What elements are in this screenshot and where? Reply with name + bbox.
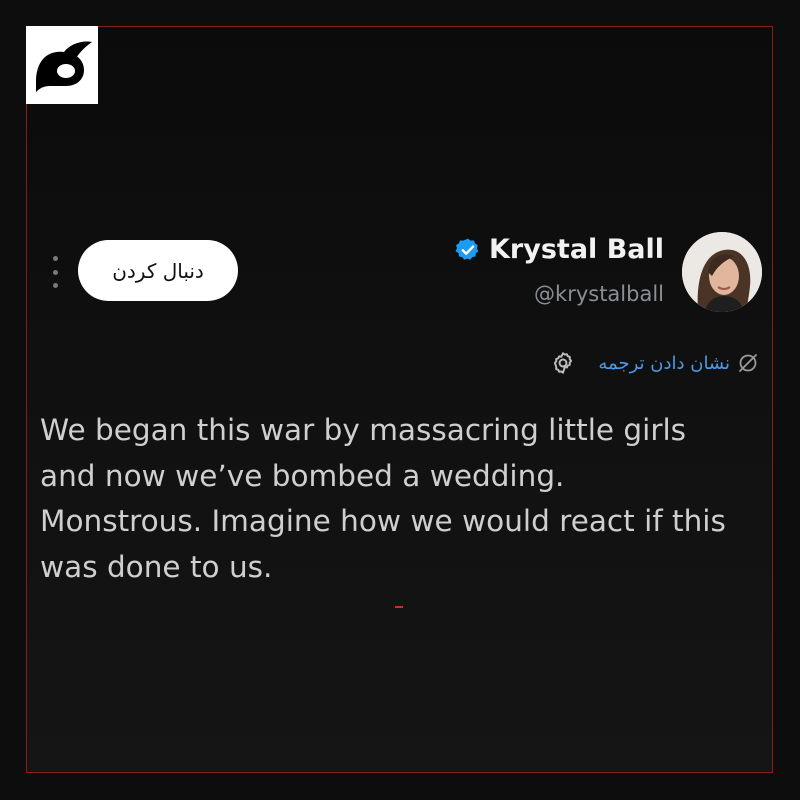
follow-button[interactable]: دنبال کردن <box>78 240 238 301</box>
tweet-text: We began this war by massacring little g… <box>40 413 726 584</box>
translate-row: نشان دادن ترجمه <box>550 350 760 376</box>
more-dot <box>52 269 58 275</box>
more-dot <box>52 283 58 288</box>
more-options-icon[interactable] <box>50 256 60 288</box>
show-translation-link[interactable]: نشان دادن ترجمه <box>598 351 760 375</box>
avatar[interactable] <box>682 232 762 312</box>
translate-icon <box>739 354 757 372</box>
channel-logo <box>26 26 98 104</box>
verified-badge-icon <box>455 238 479 260</box>
gear-icon[interactable] <box>550 350 576 376</box>
show-translation-label: نشان دادن ترجمه <box>598 352 730 374</box>
decorative-dash <box>395 606 403 608</box>
author-handle[interactable]: @krystalball <box>534 282 664 306</box>
author-display-name[interactable]: Krystal Ball <box>489 234 664 265</box>
author-name-row: Krystal Ball <box>455 234 664 265</box>
post-frame <box>26 26 773 773</box>
more-dot <box>52 256 58 261</box>
